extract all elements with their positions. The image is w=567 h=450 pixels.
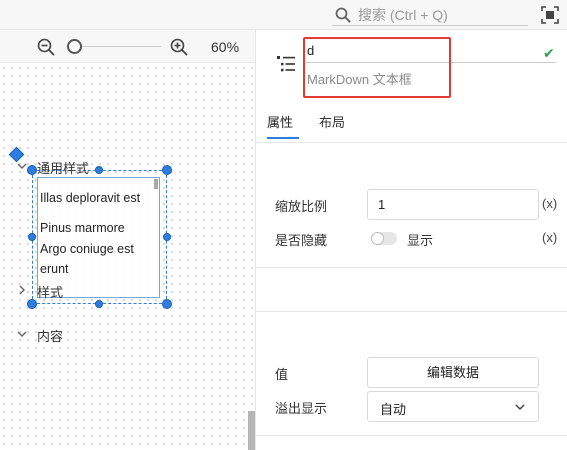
markdown-paragraph: Illas deploravit est	[40, 191, 141, 205]
markdown-paragraph: Argo coniuge est	[40, 242, 134, 256]
overflow-select-value: 自动	[380, 402, 407, 417]
overflow-select[interactable]: 自动	[367, 391, 539, 422]
value-label: 值	[275, 367, 289, 382]
markdown-paragraph: erunt	[40, 262, 69, 276]
scale-input[interactable]: 1	[367, 189, 539, 220]
tab-layout[interactable]: 布局	[319, 112, 345, 131]
resize-handle-se[interactable]	[162, 299, 172, 309]
chevron-down-icon	[17, 161, 31, 174]
search-box[interactable]: 搜索 (Ctrl + Q)	[332, 4, 528, 26]
panel-tabs: 属性 布局	[256, 103, 567, 143]
hidden-expression-button[interactable]: (x)	[542, 230, 557, 245]
chevron-right-icon	[17, 285, 31, 298]
hidden-toggle[interactable]	[371, 232, 397, 245]
scale-label: 缩放比例	[275, 199, 328, 214]
check-icon[interactable]: ✔	[543, 45, 555, 62]
fullscreen-icon[interactable]	[541, 6, 559, 24]
hidden-toggle-label: 显示	[407, 233, 434, 248]
zoom-level: 60%	[211, 39, 240, 55]
zoom-out-icon[interactable]	[37, 38, 55, 56]
chevron-down-icon	[515, 404, 525, 411]
resize-handle-n[interactable]	[95, 166, 103, 174]
tab-properties[interactable]: 属性	[267, 112, 293, 131]
section-style-header[interactable]: 样式	[17, 282, 63, 301]
list-icon	[277, 56, 295, 72]
overflow-label: 溢出显示	[275, 401, 328, 416]
resize-handle-ne[interactable]	[162, 165, 172, 175]
hidden-label: 是否隐藏	[275, 233, 328, 248]
resize-handle-s[interactable]	[95, 300, 103, 308]
search-placeholder: 搜索 (Ctrl + Q)	[358, 6, 448, 23]
section-content-header[interactable]: 内容	[17, 326, 63, 345]
section-general-title: 通用样式	[37, 161, 90, 176]
markdown-paragraph: Pinus marmore	[40, 221, 125, 235]
resize-handle-w[interactable]	[28, 233, 36, 241]
section-style	[256, 268, 567, 312]
highlight-box	[303, 37, 451, 98]
top-bar: 搜索 (Ctrl + Q)	[0, 0, 567, 30]
active-tab-indicator	[267, 137, 299, 139]
search-icon	[335, 7, 351, 22]
widget-scrollbar[interactable]	[154, 179, 158, 189]
section-style-title: 样式	[37, 285, 64, 300]
canvas-scrollbar[interactable]	[248, 411, 255, 450]
zoom-slider-thumb[interactable]	[67, 39, 82, 54]
chevron-down-icon	[17, 329, 31, 342]
resize-handle-e[interactable]	[163, 233, 171, 241]
scale-expression-button[interactable]: (x)	[542, 196, 557, 211]
edit-data-button[interactable]: 编辑数据	[367, 357, 539, 388]
section-content-title: 内容	[37, 329, 64, 344]
section-general-header[interactable]: 通用样式	[17, 158, 89, 177]
zoom-in-icon[interactable]	[170, 38, 188, 56]
